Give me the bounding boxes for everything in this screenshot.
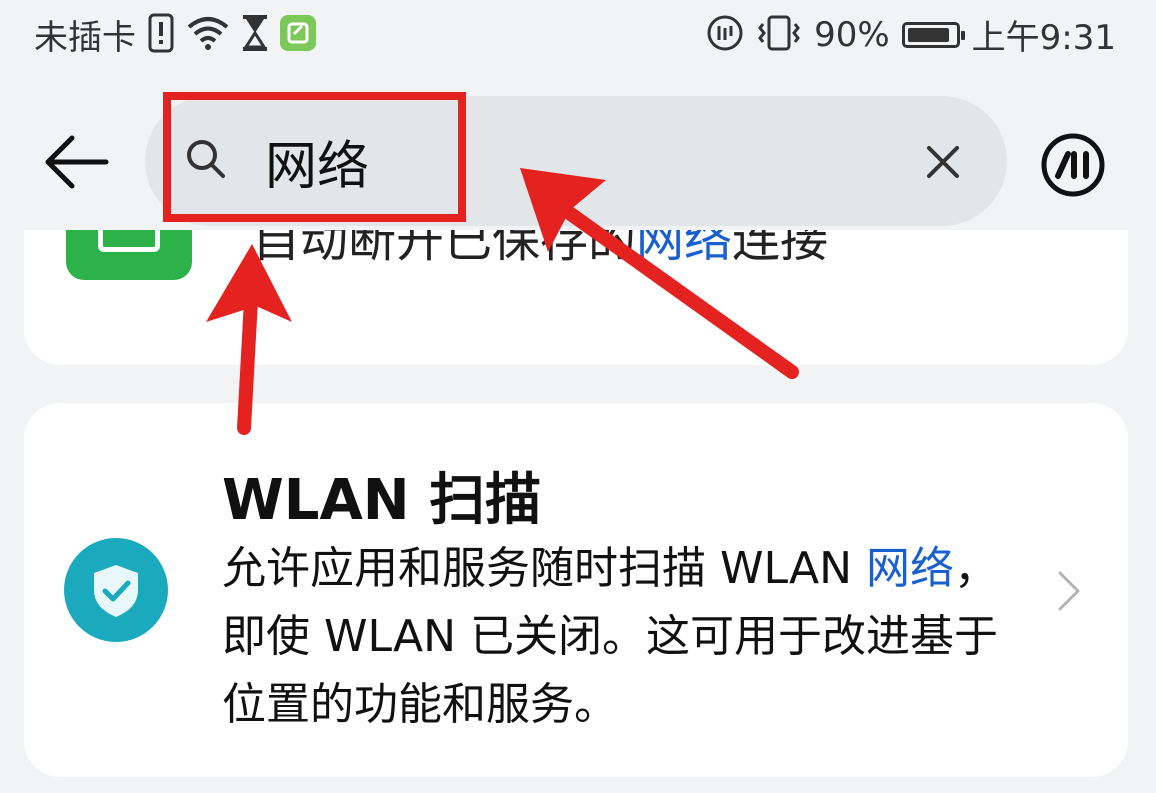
- result-title-highlight: 网络: [636, 230, 733, 268]
- close-icon: [927, 146, 959, 178]
- result-title: WLAN 扫描: [222, 468, 542, 533]
- back-arrow-icon: [45, 135, 109, 189]
- result-card-wlan-scan[interactable]: WLAN 扫描 允许应用和服务随时扫描 WLAN 网络，即使 WLAN 已关闭。…: [24, 403, 1128, 777]
- clock: 上午9:31: [971, 18, 1116, 58]
- battery-icon: [901, 21, 965, 48]
- result-title-text-end: 连接: [732, 230, 829, 268]
- clear-search-button[interactable]: [925, 144, 961, 180]
- app-icon: [66, 230, 192, 280]
- battery-level-fill: [907, 27, 949, 42]
- data-saver-icon: [706, 14, 744, 56]
- carrier-label: 未插卡: [34, 18, 136, 58]
- result-card-partial[interactable]: 自动断开已保存的网络连接: [24, 230, 1128, 365]
- result-desc-highlight: 网络: [866, 543, 955, 594]
- back-button[interactable]: [40, 132, 110, 192]
- status-bar: 未插卡 90% 上午9:31: [0, 0, 1156, 66]
- chevron-right-icon: [1056, 569, 1082, 617]
- battery-percent: 90%: [814, 14, 890, 55]
- result-title-text: 自动断开已保存的: [252, 230, 637, 268]
- result-desc-text: 允许应用和服务随时扫描 WLAN: [222, 543, 867, 594]
- wifi-icon: [186, 15, 230, 55]
- shield-check-icon: [64, 538, 168, 642]
- result-description: 允许应用和服务随时扫描 WLAN 网络，即使 WLAN 已关闭。这可用于改进基于…: [222, 535, 1022, 739]
- vibrate-icon: [756, 14, 802, 56]
- assistant-icon: [1041, 133, 1105, 197]
- result-title-partial: 自动断开已保存的网络连接: [252, 230, 828, 270]
- app-notification-icon: [280, 14, 316, 55]
- hourglass-icon: [242, 14, 268, 56]
- annotation-highlight-box: [163, 92, 466, 222]
- assistant-button[interactable]: [1040, 132, 1106, 198]
- alert-icon: [148, 13, 174, 57]
